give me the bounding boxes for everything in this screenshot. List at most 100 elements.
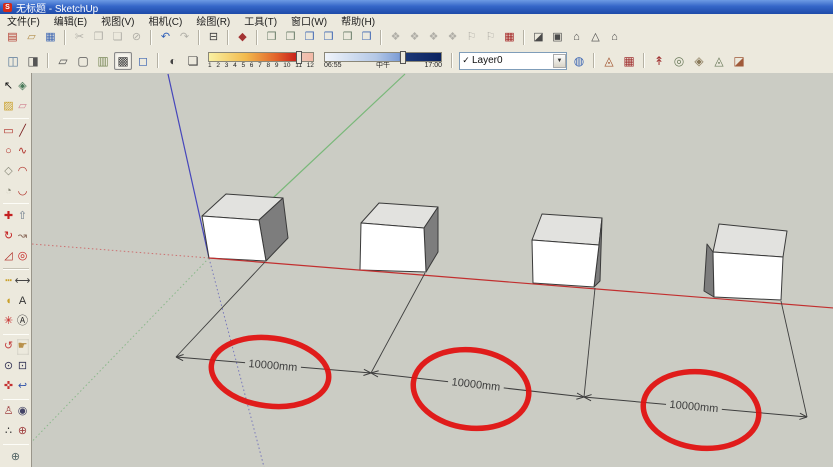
monochrome-button[interactable]: ◻ [134, 52, 152, 70]
shadow-date-slider-bar[interactable] [208, 52, 314, 62]
sandbox-from-contours-button[interactable]: ◬ [600, 52, 618, 70]
shaded-with-textures-button[interactable]: ▩ [114, 52, 132, 70]
save-file-button[interactable]: ▦ [42, 29, 59, 46]
line-tool-button[interactable]: ╱ [16, 122, 30, 140]
box-1-front-face[interactable] [202, 216, 266, 261]
paste-button[interactable]: ❏ [109, 29, 126, 46]
box-4-front-face[interactable] [713, 252, 783, 300]
menu-camera[interactable]: 相机(C) [141, 13, 189, 28]
box-4-side-face[interactable] [704, 244, 714, 297]
sandbox-from-scratch-button[interactable]: ▦ [620, 52, 638, 70]
right-view-button[interactable]: △ [587, 29, 604, 46]
component-save-button[interactable]: ❒ [339, 29, 356, 46]
shaded-button[interactable]: ▥ [94, 52, 112, 70]
sandbox-smoove-button[interactable]: ↟ [650, 52, 668, 70]
component-reload-button[interactable]: ❒ [320, 29, 337, 46]
solid-trim-button[interactable]: ⚐ [463, 29, 480, 46]
undo-button[interactable]: ↶ [157, 29, 174, 46]
xray-mode-button[interactable]: ◫ [4, 52, 22, 70]
solid-subtract-button[interactable]: ❖ [444, 29, 461, 46]
dimension-label-1[interactable]: 10000mm [245, 356, 302, 375]
sandbox-flip-edge-button[interactable]: ◪ [730, 52, 748, 70]
arc-tool-button[interactable]: ◠ [16, 162, 30, 180]
viewport-3d[interactable]: 10000mm 10000mm 10000mm [32, 73, 833, 467]
menu-window[interactable]: 窗口(W) [284, 13, 334, 28]
menu-tools[interactable]: 工具(T) [237, 13, 284, 28]
offset-tool-button[interactable]: ◎ [16, 247, 30, 265]
menu-file[interactable]: 文件(F) [0, 13, 47, 28]
front-view-button[interactable]: ⌂ [568, 29, 585, 46]
zoom-extents-tool-button[interactable]: ✜ [2, 378, 16, 396]
copy-button[interactable]: ❐ [90, 29, 107, 46]
layer-dropdown-arrow[interactable]: ▼ [553, 54, 566, 68]
rectangle-tool-button[interactable]: ▭ [2, 122, 16, 140]
pan-tool-button[interactable]: ☛ [16, 338, 30, 356]
menu-view[interactable]: 视图(V) [94, 13, 141, 28]
scale-tool-button[interactable]: ◿ [2, 247, 16, 265]
sandbox-drape-button[interactable]: ◈ [690, 52, 708, 70]
text-tool-button[interactable]: A [16, 293, 30, 311]
redo-button[interactable]: ↷ [176, 29, 193, 46]
erase-button[interactable]: ⊘ [128, 29, 145, 46]
tape-measure-tool-button[interactable]: ┅ [2, 273, 16, 291]
shadow-time-slider[interactable]: 06:55 中午 17:00 [324, 52, 442, 70]
top-view-button[interactable]: ▣ [549, 29, 566, 46]
iso-view-button[interactable]: ◪ [530, 29, 547, 46]
model-info-button[interactable]: ◆ [234, 29, 251, 46]
previous-view-tool-button[interactable]: ↩ [16, 378, 30, 396]
dimension-label-3[interactable]: 10000mm [665, 397, 722, 416]
solid-outer-shell-button[interactable]: ❖ [387, 29, 404, 46]
axes-tool-button[interactable]: ✳ [2, 313, 16, 331]
back-edges-button[interactable]: ◨ [24, 52, 42, 70]
walk-tool-button[interactable]: ∴ [2, 423, 16, 441]
zoom-tool-button[interactable]: ⊙ [2, 358, 16, 376]
protractor-tool-button[interactable]: ◖ [2, 293, 16, 311]
eraser-tool-button[interactable]: ▱ [16, 97, 30, 115]
layer-manager-button[interactable]: ◍ [570, 52, 588, 70]
component-edit-button[interactable]: ❒ [301, 29, 318, 46]
box-3-front-face[interactable] [532, 240, 599, 287]
solid-split-button[interactable]: ⚐ [482, 29, 499, 46]
shadow-date-slider-handle[interactable] [296, 51, 302, 64]
cut-button[interactable]: ✂ [71, 29, 88, 46]
menu-help[interactable]: 帮助(H) [334, 13, 382, 28]
print-button[interactable]: ⊟ [205, 29, 222, 46]
box-2-front-face[interactable] [360, 223, 426, 272]
back-view-button[interactable]: ⌂ [606, 29, 623, 46]
zoom-window-tool-button[interactable]: ⊡ [16, 358, 30, 376]
freehand-tool-button[interactable]: ∿ [16, 142, 30, 160]
shadow-toggle-button[interactable]: ❏ [184, 52, 202, 70]
shadow-date-slider[interactable]: 123456789101112 [208, 52, 314, 70]
sandbox-stamp-button[interactable]: ◎ [670, 52, 688, 70]
component-browser-button[interactable]: ❒ [358, 29, 375, 46]
shadow-time-slider-handle[interactable] [400, 51, 406, 64]
target-tool-button[interactable]: ⊕ [9, 448, 23, 466]
sandbox-add-detail-button[interactable]: ◬ [710, 52, 728, 70]
solid-intersect-button[interactable]: ❖ [406, 29, 423, 46]
new-file-button[interactable]: ▤ [4, 29, 21, 46]
hidden-line-button[interactable]: ▢ [74, 52, 92, 70]
box-4-top-face[interactable] [713, 224, 787, 257]
polygon-tool-button[interactable]: ◇ [2, 162, 16, 180]
make-component-tool-button[interactable]: ◈ [16, 77, 30, 95]
component-make-button[interactable]: ❒ [263, 29, 280, 46]
open-file-button[interactable]: ▱ [23, 29, 40, 46]
section-plane-tool-button[interactable]: ⊕ [16, 423, 30, 441]
pie-tool-button[interactable]: ◔ [2, 182, 16, 200]
wireframe-button[interactable]: ▱ [54, 52, 72, 70]
dimension-label-2[interactable]: 10000mm [447, 374, 504, 394]
look-around-tool-button[interactable]: ◉ [16, 403, 30, 421]
shadow-time-slider-bar[interactable] [324, 52, 442, 62]
rotate-tool-button[interactable]: ↻ [2, 227, 16, 245]
position-camera-tool-button[interactable]: ♙ [2, 403, 16, 421]
circle-tool-button[interactable]: ○ [2, 142, 16, 160]
menu-edit[interactable]: 编辑(E) [47, 13, 94, 28]
dimension-tool-button[interactable]: ⟷ [16, 273, 30, 291]
arc2-tool-button[interactable]: ◡ [16, 182, 30, 200]
section-display-button[interactable]: ▦ [501, 29, 518, 46]
follow-me-tool-button[interactable]: ↝ [16, 227, 30, 245]
select-tool-button[interactable]: ↖ [2, 77, 16, 95]
push-pull-tool-button[interactable]: ⇧ [16, 207, 30, 225]
move-tool-button[interactable]: ✚ [2, 207, 16, 225]
paint-bucket-tool-button[interactable]: ▨ [2, 97, 16, 115]
